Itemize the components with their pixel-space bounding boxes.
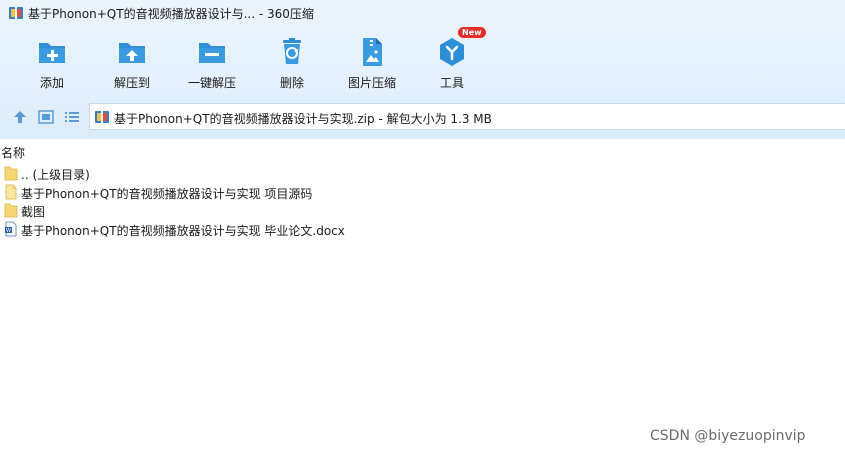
extract-to-button[interactable]: 解压到 (92, 30, 172, 94)
delete-button[interactable]: 删除 (252, 30, 332, 94)
image-compress-button[interactable]: 图片压缩 (332, 30, 412, 94)
up-arrow-icon[interactable] (12, 110, 28, 124)
folder-icon (4, 166, 18, 181)
file-icon (5, 184, 17, 199)
new-badge: New (458, 27, 486, 38)
image-compress-icon (363, 38, 382, 66)
list-item-parent-directory[interactable]: .. (上级目录) (0, 164, 845, 183)
one-click-extract-label: 一键解压 (187, 76, 236, 90)
image-compress-label: 图片压缩 (347, 76, 396, 90)
list-view-icon[interactable] (64, 110, 80, 124)
column-header: 名称 (0, 139, 845, 161)
add-icon (39, 43, 65, 63)
tools-button[interactable]: New 工具 (412, 27, 492, 94)
add-label: 添加 (39, 76, 64, 90)
word-doc-icon: W (5, 221, 17, 236)
extract-to-label: 解压到 (113, 76, 150, 90)
list-item-label: 截图 (21, 205, 46, 219)
app-archive-icon (9, 7, 23, 19)
window-title: 基于Phonon+QT的音视频播放器设计与... - 360压缩 (28, 7, 314, 21)
list-item-source-code[interactable]: 基于Phonon+QT的音视频播放器设计与实现 项目源码 (0, 183, 845, 202)
delete-label: 删除 (279, 76, 304, 90)
list-item-label: 基于Phonon+QT的音视频播放器设计与实现 毕业论文.docx (21, 223, 345, 238)
list-item-screenshots[interactable]: 截图 (0, 201, 845, 220)
add-button[interactable]: 添加 (12, 30, 92, 94)
list-item-label: 基于Phonon+QT的音视频播放器设计与实现 项目源码 (21, 186, 313, 201)
svg-text:W: W (6, 228, 11, 234)
tools-icon (440, 38, 464, 66)
tools-label: 工具 (439, 76, 464, 90)
one-click-extract-button[interactable]: 一键解压 (172, 30, 252, 94)
zip-archive-icon (95, 111, 109, 123)
list-item-label: .. (上级目录) (21, 168, 90, 182)
extract-to-icon (119, 43, 145, 63)
delete-icon (283, 38, 301, 64)
file-list: .. (上级目录) 基于Phonon+QT的音视频播放器设计与实现 项目源码 截… (0, 164, 845, 238)
address-text: 基于Phonon+QT的音视频播放器设计与实现.zip - 解包大小为 1.3 … (114, 112, 492, 126)
navigation-row: 基于Phonon+QT的音视频播放器设计与实现.zip - 解包大小为 1.3 … (0, 103, 845, 131)
list-item-thesis-docx[interactable]: W 基于Phonon+QT的音视频播放器设计与实现 毕业论文.docx (0, 220, 845, 239)
title-bar: 基于Phonon+QT的音视频播放器设计与... - 360压缩 (0, 0, 845, 26)
folder-icon (4, 203, 18, 218)
thumbnail-view-icon[interactable] (38, 110, 54, 124)
column-name-header[interactable]: 名称 (1, 144, 25, 161)
watermark: CSDN @biyezuopinvip (650, 428, 806, 444)
toolbar: 添加 解压到 一键解压 删除 图片压缩 New 工具 (0, 27, 845, 96)
address-bar[interactable]: 基于Phonon+QT的音视频播放器设计与实现.zip - 解包大小为 1.3 … (89, 103, 845, 130)
one-click-extract-icon (199, 43, 225, 63)
